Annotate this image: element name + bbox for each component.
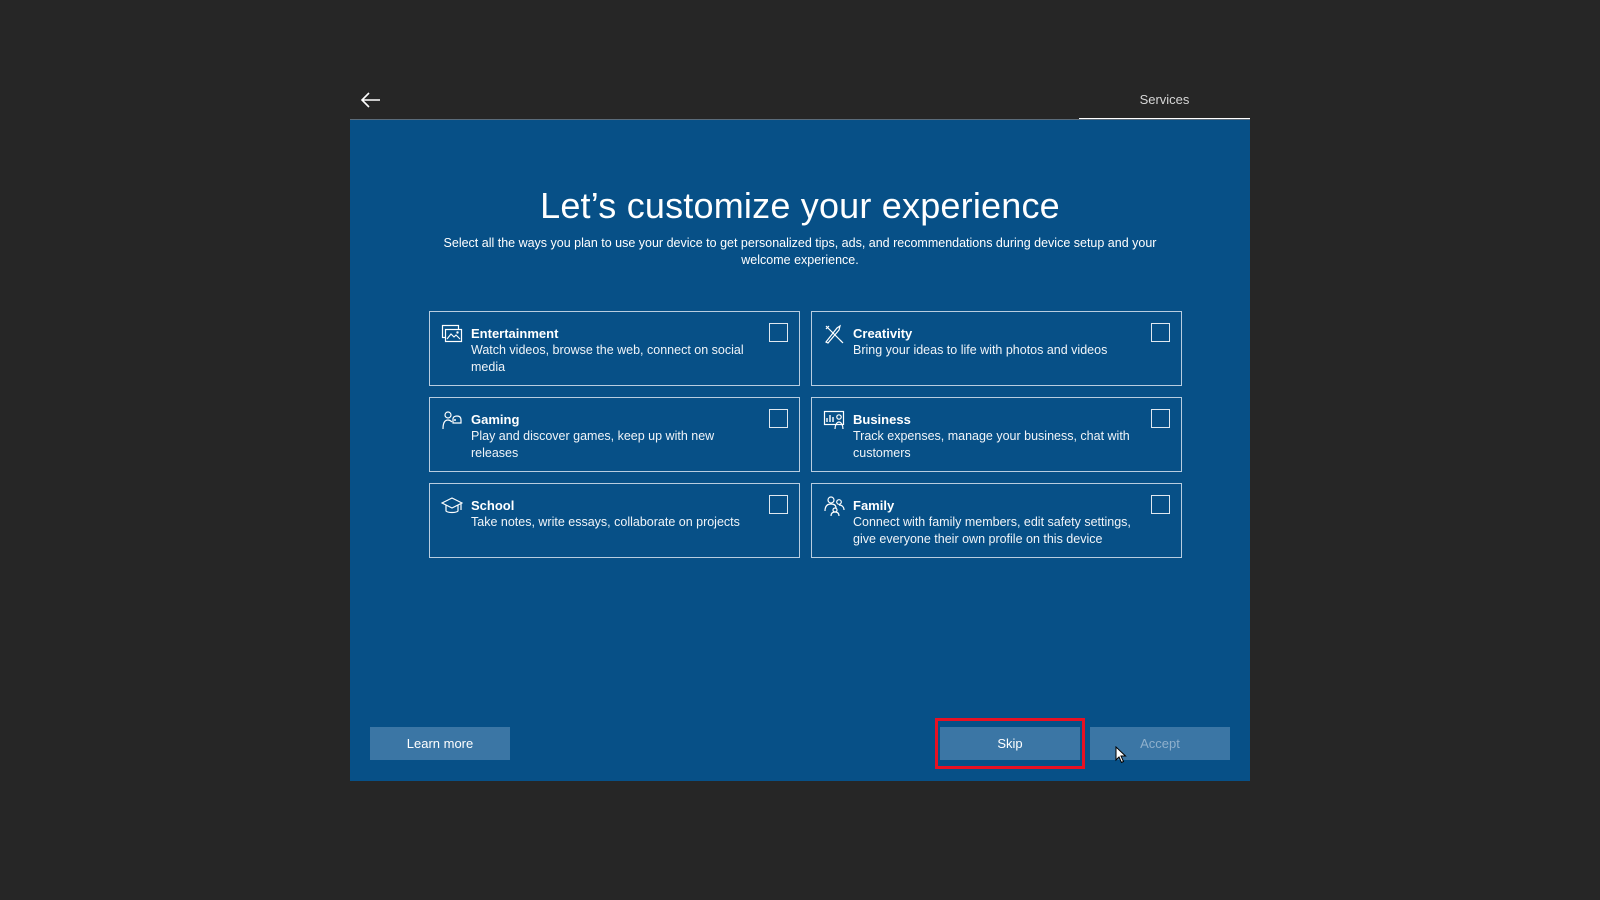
entertainment-icon xyxy=(441,324,463,343)
option-name: Gaming xyxy=(471,412,520,427)
back-arrow-icon xyxy=(360,92,380,108)
skip-button[interactable]: Skip xyxy=(940,727,1080,760)
option-description: Connect with family members, edit safety… xyxy=(853,515,1131,546)
option-name: School xyxy=(471,498,515,513)
option-description: Track expenses, manage your business, ch… xyxy=(853,429,1130,460)
option-checkbox-school[interactable] xyxy=(769,495,788,514)
option-description: Bring your ideas to life with photos and… xyxy=(853,343,1108,357)
business-icon xyxy=(823,410,845,430)
learn-more-button[interactable]: Learn more xyxy=(370,727,510,760)
option-card-gaming[interactable]: Gaming Play and discover games, keep up … xyxy=(429,397,800,472)
school-icon xyxy=(441,497,463,514)
creativity-icon xyxy=(825,324,844,344)
option-card-creativity[interactable]: Creativity Bring your ideas to life with… xyxy=(811,311,1182,386)
options-grid: Entertainment Watch videos, browse the w… xyxy=(429,311,1182,558)
accept-button[interactable]: Accept xyxy=(1090,727,1230,760)
tab-services: Services xyxy=(1079,80,1250,120)
option-name: Family xyxy=(853,498,895,513)
option-card-family[interactable]: Family Connect with family members, edit… xyxy=(811,483,1182,558)
page-title: Let’s customize your experience xyxy=(540,185,1060,226)
customize-panel: Let’s customize your experience Select a… xyxy=(350,119,1250,781)
option-checkbox-creativity[interactable] xyxy=(1151,323,1170,342)
option-checkbox-family[interactable] xyxy=(1151,495,1170,514)
option-card-business[interactable]: Business Track expenses, manage your bus… xyxy=(811,397,1182,472)
option-description: Take notes, write essays, collaborate on… xyxy=(471,515,740,529)
option-checkbox-entertainment[interactable] xyxy=(769,323,788,342)
option-card-entertainment[interactable]: Entertainment Watch videos, browse the w… xyxy=(429,311,800,386)
page-subtitle: Select all the ways you plan to use your… xyxy=(443,236,1157,267)
option-name: Creativity xyxy=(853,326,913,341)
top-bar: Services xyxy=(350,80,1250,120)
option-card-school[interactable]: School Take notes, write essays, collabo… xyxy=(429,483,800,558)
family-icon xyxy=(824,496,845,517)
gaming-icon xyxy=(442,411,462,430)
mouse-cursor-icon xyxy=(1115,746,1127,764)
option-name: Business xyxy=(853,412,911,427)
option-checkbox-business[interactable] xyxy=(1151,409,1170,428)
option-description: Watch videos, browse the web, connect on… xyxy=(471,343,744,374)
back-button[interactable] xyxy=(358,88,384,112)
option-checkbox-gaming[interactable] xyxy=(769,409,788,428)
option-name: Entertainment xyxy=(471,326,559,341)
option-description: Play and discover games, keep up with ne… xyxy=(471,429,715,460)
